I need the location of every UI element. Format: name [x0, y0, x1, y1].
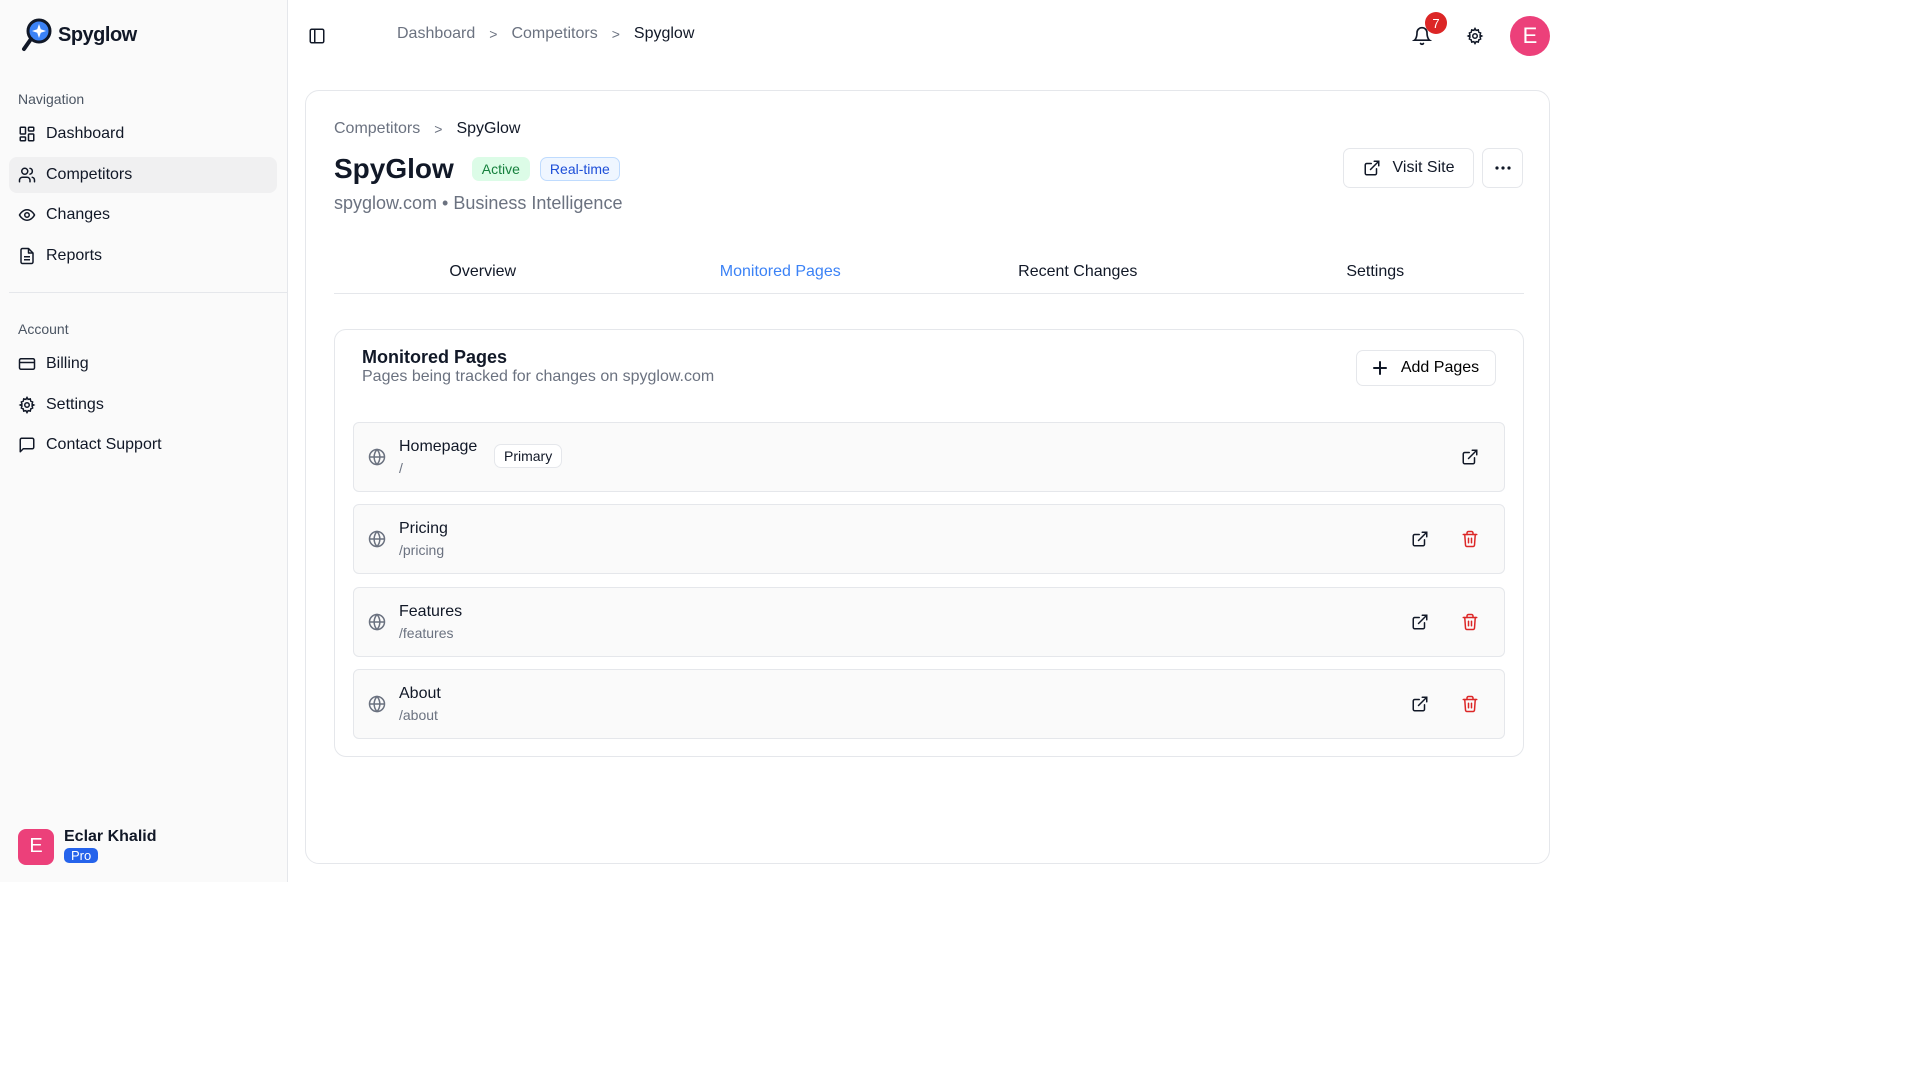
trash-icon[interactable] — [1461, 530, 1479, 548]
grid-icon — [19, 126, 35, 142]
external-link-icon[interactable] — [1461, 448, 1479, 466]
sidebar: Spyglow Navigation Dashboard Competitors… — [0, 0, 288, 882]
breadcrumb-current: SpyGlow — [456, 120, 521, 137]
competitor-subtitle: spyglow.com • Business Intelligence — [334, 193, 623, 213]
tab-recent-changes[interactable]: Recent Changes — [929, 253, 1227, 293]
chevron-right-icon: > — [434, 121, 443, 137]
top-bar: Dashboard > Competitors > Spyglow 7 E — [288, 0, 1920, 70]
panel-description: Pages being tracked for changes on spygl… — [362, 368, 715, 385]
page-row-about[interactable]: About /about — [353, 669, 1505, 739]
sidebar-toggle-icon[interactable] — [308, 27, 326, 45]
page-path: /features — [399, 625, 454, 641]
tab-settings[interactable]: Settings — [1227, 253, 1525, 293]
settings-gear-icon[interactable] — [1466, 27, 1484, 45]
breadcrumb: Dashboard > Competitors > Spyglow — [397, 25, 694, 43]
tab-monitored-pages[interactable]: Monitored Pages — [632, 253, 930, 293]
sidebar-item-label: Contact Support — [46, 436, 162, 453]
add-pages-label: Add Pages — [1400, 359, 1480, 376]
tab-bar: Overview Monitored Pages Recent Changes … — [334, 253, 1524, 294]
globe-icon — [368, 695, 386, 713]
page-path: /pricing — [399, 542, 445, 558]
sidebar-item-label: Settings — [46, 396, 104, 413]
sidebar-item-contact-support[interactable]: Contact Support — [9, 427, 277, 463]
page-path: / — [399, 460, 403, 476]
visit-site-button[interactable]: Visit Site — [1343, 148, 1474, 188]
more-options-button[interactable] — [1482, 148, 1523, 188]
gear-icon — [18, 396, 36, 414]
external-link-icon[interactable] — [1411, 613, 1429, 631]
sidebar-item-label: Billing — [46, 355, 89, 372]
page-name: About — [399, 685, 441, 702]
realtime-badge: Real-time — [539, 157, 620, 181]
title-row: SpyGlow Active Real-time — [334, 153, 620, 185]
app-logo[interactable]: Spyglow — [20, 17, 137, 53]
chevron-right-icon: > — [611, 26, 620, 42]
sidebar-item-settings[interactable]: Settings — [9, 387, 277, 423]
external-link-icon[interactable] — [1411, 695, 1429, 713]
breadcrumb-competitors[interactable]: Competitors — [511, 25, 597, 43]
notification-badge: 7 — [1425, 12, 1447, 34]
sidebar-item-changes[interactable]: Changes — [9, 197, 277, 233]
status-badge: Active — [471, 157, 530, 181]
sidebar-item-label: Changes — [46, 206, 111, 223]
primary-badge: Primary — [494, 444, 563, 468]
visit-site-label: Visit Site — [1392, 159, 1455, 176]
globe-icon — [368, 448, 386, 466]
page-row-homepage[interactable]: Homepage / Primary — [353, 422, 1505, 492]
account-heading: Account — [18, 321, 69, 337]
breadcrumb-dashboard[interactable]: Dashboard — [397, 25, 475, 43]
competitor-card: Competitors > SpyGlow SpyGlow Active Rea… — [305, 90, 1550, 864]
ellipsis-icon — [1494, 166, 1511, 170]
credit-card-icon — [18, 358, 36, 370]
tab-overview[interactable]: Overview — [334, 253, 632, 293]
user-profile[interactable]: E Eclar Khalid Pro — [18, 828, 156, 865]
user-avatar: E — [18, 828, 54, 865]
trash-icon[interactable] — [1461, 695, 1479, 713]
trash-icon[interactable] — [1461, 613, 1479, 631]
sidebar-divider — [9, 292, 287, 293]
page-name: Features — [399, 603, 463, 620]
sidebar-item-label: Competitors — [46, 166, 133, 183]
breadcrumb-competitors[interactable]: Competitors — [334, 120, 420, 138]
breadcrumb-current: Spyglow — [633, 25, 695, 42]
panel-title: Monitored Pages — [362, 347, 508, 367]
page-row-features[interactable]: Features /features — [353, 587, 1505, 657]
page-path: /about — [399, 707, 438, 723]
page-name: Homepage — [399, 438, 478, 455]
spyglass-logo-icon — [22, 18, 52, 51]
plus-icon — [1372, 361, 1387, 375]
logo-text: Spyglow — [58, 23, 137, 46]
plan-badge: Pro — [64, 848, 99, 863]
eye-icon — [18, 208, 36, 222]
external-link-icon — [1364, 160, 1380, 176]
user-avatar-menu[interactable]: E — [1510, 16, 1550, 56]
globe-icon — [368, 530, 386, 548]
chevron-right-icon: > — [489, 26, 498, 42]
competitor-breadcrumb: Competitors > SpyGlow — [334, 120, 520, 138]
chat-icon — [19, 437, 35, 453]
sidebar-item-dashboard[interactable]: Dashboard — [9, 116, 277, 152]
page-title: SpyGlow — [334, 153, 454, 184]
page-row-pricing[interactable]: Pricing /pricing — [353, 504, 1505, 574]
nav-heading: Navigation — [18, 91, 85, 107]
external-link-icon[interactable] — [1411, 530, 1429, 548]
page-name: Pricing — [399, 520, 448, 537]
sidebar-item-competitors[interactable]: Competitors — [9, 157, 277, 193]
add-pages-button[interactable]: Add Pages — [1356, 350, 1496, 386]
users-icon — [18, 167, 36, 183]
document-icon — [20, 247, 34, 265]
user-name: Eclar Khalid — [64, 828, 157, 845]
monitored-pages-panel: Monitored Pages Pages being tracked for … — [334, 329, 1524, 757]
sidebar-item-reports[interactable]: Reports — [9, 238, 277, 274]
sidebar-item-label: Reports — [46, 247, 103, 264]
globe-icon — [368, 613, 386, 631]
sidebar-item-billing[interactable]: Billing — [9, 346, 277, 382]
sidebar-item-label: Dashboard — [46, 125, 125, 142]
